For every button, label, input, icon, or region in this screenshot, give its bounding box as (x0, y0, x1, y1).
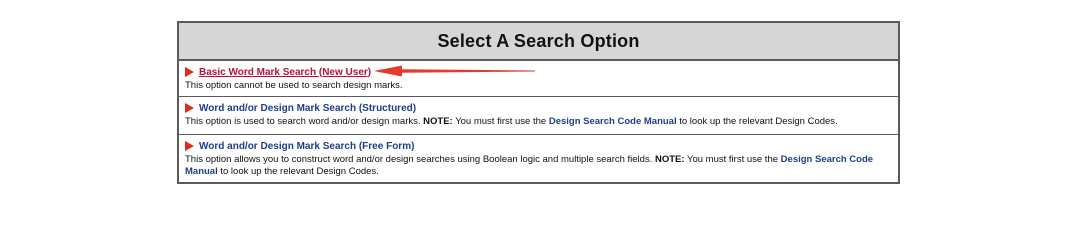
option-basic-word-mark: Basic Word Mark Search (New User) This o… (179, 61, 898, 97)
description-text: This option allows you to construct word… (185, 154, 653, 165)
pointing-arrow-icon (374, 65, 535, 77)
panel-header: Select A Search Option (179, 23, 898, 61)
option-description: This option allows you to construct word… (185, 154, 892, 178)
option-description: This option is used to search word and/o… (185, 116, 892, 128)
description-text: to look up the relevant Design Codes. (679, 116, 838, 127)
description-text: You must first use the (455, 116, 547, 127)
description-text: You must first use the (687, 154, 779, 165)
panel-title: Select A Search Option (437, 30, 640, 51)
bullet-triangle-icon (185, 67, 194, 77)
bullet-triangle-icon (185, 141, 194, 151)
description-text: to look up the relevant Design Codes. (220, 166, 379, 177)
design-search-code-manual-link[interactable]: Design Search Code Manual (549, 116, 677, 127)
description-text: This option is used to search word and/o… (185, 116, 421, 127)
option-structured-search: Word and/or Design Mark Search (Structur… (179, 97, 898, 135)
search-options-panel: Select A Search Option Basic Word Mark S… (177, 21, 900, 184)
bullet-triangle-icon (185, 103, 194, 113)
free-form-search-link[interactable]: Word and/or Design Mark Search (Free For… (199, 141, 414, 152)
basic-word-mark-search-link[interactable]: Basic Word Mark Search (New User) (199, 67, 371, 78)
note-label: NOTE: (654, 154, 685, 165)
note-label: NOTE: (423, 116, 453, 127)
option-description: This option cannot be used to search des… (185, 80, 403, 91)
option-free-form-search: Word and/or Design Mark Search (Free For… (179, 135, 898, 184)
structured-search-link[interactable]: Word and/or Design Mark Search (Structur… (199, 103, 416, 114)
